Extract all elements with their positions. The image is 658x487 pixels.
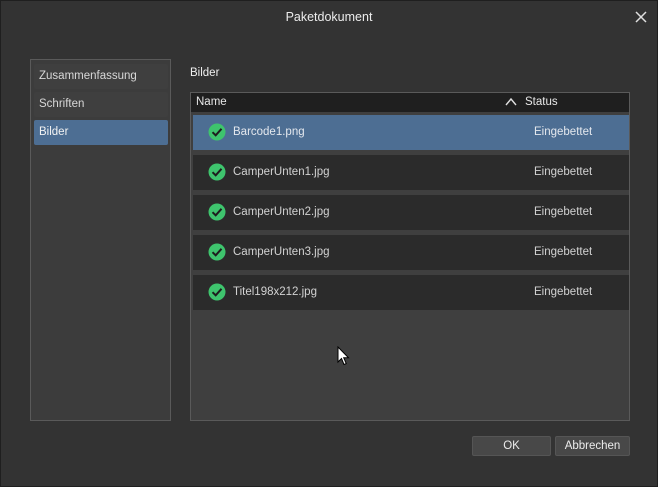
table-row[interactable]: CamperUnten3.jpg Eingebettet: [193, 235, 629, 270]
file-name: Barcode1.png: [233, 126, 305, 138]
cancel-button[interactable]: Abbrechen: [555, 436, 630, 456]
sidebar-item-images[interactable]: Bilder: [34, 120, 168, 145]
table-row[interactable]: CamperUnten1.jpg Eingebettet: [193, 155, 629, 190]
column-header-status[interactable]: Status: [525, 96, 558, 108]
column-header-name[interactable]: Name: [196, 96, 227, 108]
file-name: Titel198x212.jpg: [233, 286, 317, 298]
images-table: Name Status Barcode1.png Eingebettet Cam…: [190, 92, 630, 421]
close-button[interactable]: [631, 7, 651, 27]
file-status: Eingebettet: [534, 286, 593, 298]
table-header: Name Status: [191, 93, 629, 112]
file-name: CamperUnten1.jpg: [233, 166, 330, 178]
section-title: Bilder: [190, 67, 220, 79]
file-name: CamperUnten2.jpg: [233, 206, 330, 218]
table-row[interactable]: CamperUnten2.jpg Eingebettet: [193, 195, 629, 230]
check-circle-icon: [208, 163, 226, 181]
check-circle-icon: [208, 203, 226, 221]
category-sidebar: Zusammenfassung Schriften Bilder: [30, 59, 171, 421]
check-circle-icon: [208, 123, 226, 141]
package-document-dialog: Paketdokument Zusammenfassung Schriften …: [0, 0, 658, 487]
table-row[interactable]: Barcode1.png Eingebettet: [193, 115, 629, 150]
sort-ascending-icon[interactable]: [505, 97, 517, 107]
title-bar: Paketdokument: [1, 1, 657, 33]
dialog-title: Paketdokument: [285, 10, 373, 24]
check-circle-icon: [208, 283, 226, 301]
file-status: Eingebettet: [534, 126, 593, 138]
file-status: Eingebettet: [534, 166, 593, 178]
table-row[interactable]: Titel198x212.jpg Eingebettet: [193, 275, 629, 310]
sidebar-item-summary[interactable]: Zusammenfassung: [34, 64, 168, 89]
sidebar-item-fonts[interactable]: Schriften: [34, 92, 168, 117]
check-circle-icon: [208, 243, 226, 261]
file-name: CamperUnten3.jpg: [233, 246, 330, 258]
file-status: Eingebettet: [534, 206, 593, 218]
mouse-cursor-icon: [337, 346, 350, 366]
close-icon: [635, 11, 647, 23]
file-status: Eingebettet: [534, 246, 593, 258]
ok-button[interactable]: OK: [472, 436, 551, 456]
